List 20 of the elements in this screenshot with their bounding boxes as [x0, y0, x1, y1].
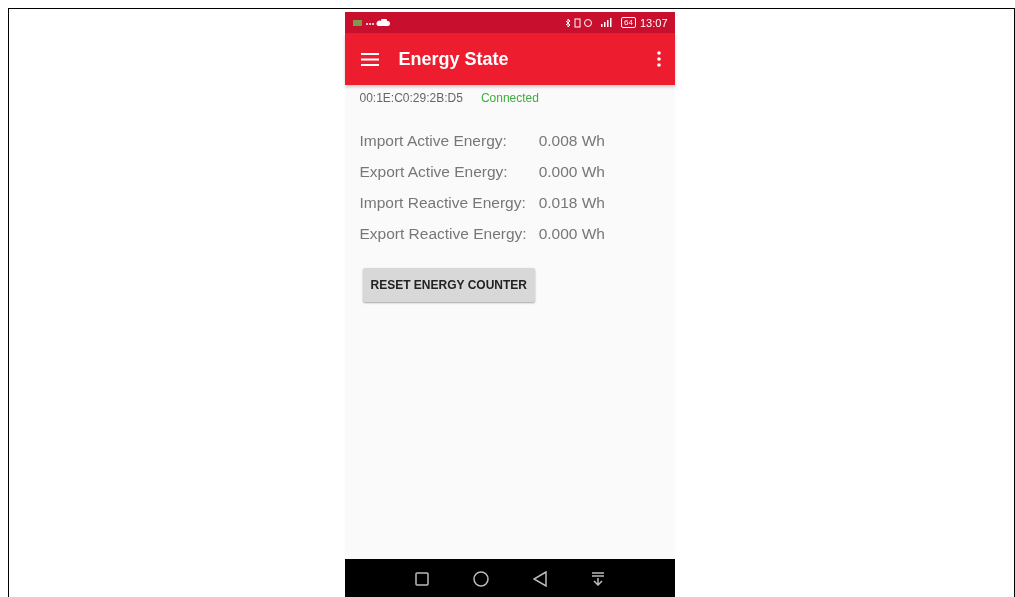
pull-down-icon[interactable] — [590, 571, 605, 586]
battery-level: 64 — [621, 17, 636, 28]
reading-label: Import Active Energy: — [359, 132, 508, 150]
clock-time: 13:07 — [639, 16, 668, 29]
back-icon[interactable] — [532, 570, 547, 587]
app-title: Energy State — [398, 48, 510, 70]
square-icon[interactable] — [414, 571, 429, 586]
more-options-icon[interactable] — [656, 51, 661, 67]
reading-value: 0.008 Wh — [538, 132, 605, 150]
reading-label: Export Active Energy: — [359, 163, 509, 181]
device-address: 00:1E:C0:29:2B:D5 — [359, 91, 463, 105]
home-icon[interactable] — [472, 570, 489, 587]
connection-status: Connected — [480, 91, 539, 105]
reading-value: 0.018 Wh — [538, 194, 605, 212]
menu-icon[interactable] — [360, 52, 379, 66]
reading-value: 0.000 Wh — [538, 225, 605, 243]
reset-button[interactable]: RESET ENERGY COUNTER — [362, 268, 535, 302]
reading-label: Import Reactive Energy: — [359, 194, 527, 212]
reading-value: 0.000 Wh — [538, 163, 605, 181]
reading-label: Export Reactive Energy: — [359, 225, 527, 243]
